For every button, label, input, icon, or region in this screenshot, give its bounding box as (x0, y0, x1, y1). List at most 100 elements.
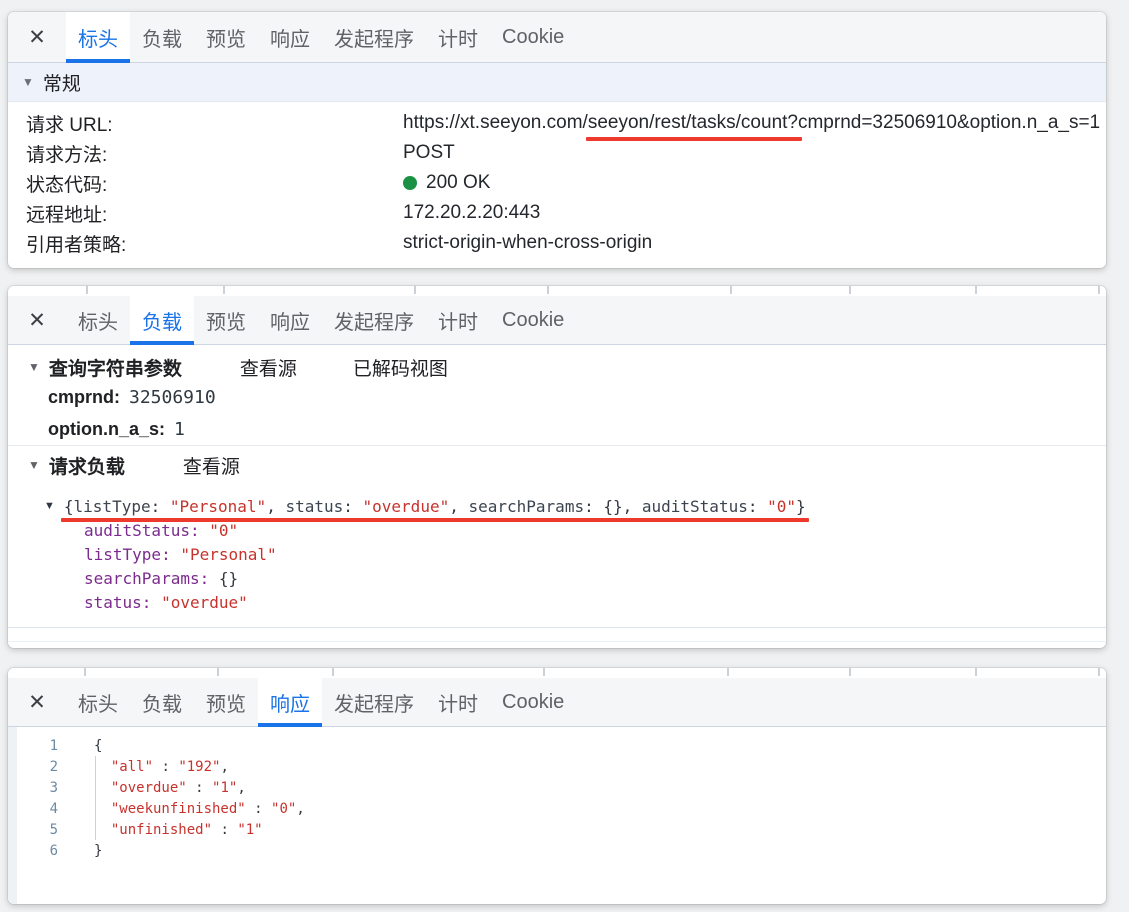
payload-item-value: "Personal" (180, 544, 277, 564)
tab-payload[interactable]: 负载 (130, 12, 194, 62)
tab-preview[interactable]: 预览 (194, 678, 258, 726)
column-divider (543, 668, 545, 676)
payload-section-title: 请求负载 (48, 456, 125, 478)
line-code: { (58, 738, 102, 754)
line-code: "all" : "192", (58, 759, 229, 775)
tab-preview-label: 预览 (206, 693, 246, 716)
tab-response-label: 响应 (270, 28, 310, 51)
tab-timing[interactable]: 计时 (426, 296, 490, 344)
tab-headers[interactable]: 标头 (66, 678, 130, 726)
token: {} (603, 496, 623, 516)
payload-object-row[interactable]: ▼ {listType: "Personal", status: "overdu… (8, 494, 1106, 522)
header-value-url: https://xt.seeyon.com/seeyon/rest/tasks/… (403, 112, 1100, 141)
token: "192" (178, 758, 221, 775)
tab-cookie[interactable]: Cookie (490, 296, 576, 344)
tab-payload-label: 负载 (142, 693, 182, 716)
section-divider (8, 445, 1106, 446)
token: "unfinished" (94, 821, 213, 838)
tab-headers-label: 标头 (78, 311, 118, 334)
token: : (343, 496, 363, 516)
tab-headers[interactable]: 标头 (66, 296, 130, 344)
tab-initiator[interactable]: 发起程序 (322, 12, 426, 62)
headers-rows: 请求 URL: https://xt.seeyon.com/seeyon/res… (8, 102, 1106, 258)
tab-timing-label: 计时 (438, 28, 478, 51)
payload-object-preview: {listType: "Personal", status: "overdue"… (60, 496, 809, 522)
column-divider (975, 668, 977, 676)
decoded-view-link[interactable]: 已解码视图 (353, 354, 448, 381)
token: { (94, 737, 103, 754)
section-request-payload[interactable]: ▼ 请求负载 查看源 (8, 450, 1106, 480)
tab-preview[interactable]: 预览 (194, 12, 258, 62)
tab-initiator-label: 发起程序 (334, 311, 414, 334)
tab-payload-label: 负载 (142, 28, 182, 51)
header-value: 172.20.2.20:443 (403, 202, 541, 223)
tab-response-label: 响应 (270, 693, 310, 716)
section-general[interactable]: ▼ 常规 (8, 63, 1106, 102)
code-line: 4 "weekunfinished" : "0", (8, 798, 1106, 819)
tab-payload-label: 负载 (142, 311, 182, 334)
indent-guide (95, 756, 96, 840)
column-divider (727, 668, 729, 676)
tab-payload[interactable]: 负载 (130, 296, 194, 345)
tab-initiator[interactable]: 发起程序 (322, 678, 426, 726)
line-number: 2 (49, 758, 58, 775)
column-divider (84, 668, 86, 676)
code-line: 6 } (8, 840, 1106, 861)
token: "1" (212, 779, 238, 796)
view-source-link[interactable]: 查看源 (240, 354, 297, 381)
tab-response[interactable]: 响应 (258, 678, 322, 727)
payload-item-key: listType: (84, 544, 171, 564)
tab-preview[interactable]: 预览 (194, 296, 258, 344)
url-underlined-segment: seeyon/rest/tasks/count? (585, 112, 803, 141)
tab-response[interactable]: 响应 (258, 296, 322, 344)
payload-item-row: auditStatus: "0" (8, 518, 1106, 542)
close-panel-button[interactable]: ✕ (24, 24, 50, 50)
tab-response[interactable]: 响应 (258, 12, 322, 62)
header-label: 请求 URL: (26, 114, 113, 136)
token: : (150, 496, 170, 516)
token: listType (73, 496, 151, 516)
close-icon: ✕ (28, 25, 46, 49)
token: "0" (767, 496, 797, 516)
tab-initiator-label: 发起程序 (334, 28, 414, 51)
close-panel-button[interactable]: ✕ (24, 307, 50, 333)
column-divider (86, 286, 88, 294)
status-ok-dot-icon (403, 176, 417, 190)
tab-bar: ✕ 标头 负载 预览 响应 发起程序 计时 Cookie (8, 296, 1106, 345)
view-source-link[interactable]: 查看源 (183, 452, 240, 479)
tab-cookie[interactable]: Cookie (490, 678, 576, 726)
token: "0" (271, 800, 297, 817)
close-panel-button[interactable]: ✕ (24, 689, 50, 715)
line-number: 6 (49, 842, 58, 859)
token: : (747, 496, 768, 516)
token: "Personal" (169, 496, 267, 516)
collapse-triangle-icon: ▼ (28, 360, 40, 374)
close-icon: ✕ (28, 308, 46, 332)
token: : (153, 758, 179, 775)
section-query-string-params[interactable]: ▼ 查询字符串参数 查看源 已解码视图 (8, 353, 1106, 381)
tab-headers[interactable]: 标头 (66, 12, 130, 63)
tab-cookie-label: Cookie (502, 308, 565, 331)
query-section-title: 查询字符串参数 (48, 358, 182, 380)
tab-headers-label: 标头 (78, 28, 118, 51)
query-param-value: 32506910 (129, 386, 216, 408)
token: status (285, 496, 344, 516)
tab-initiator[interactable]: 发起程序 (322, 296, 426, 344)
tab-timing[interactable]: 计时 (426, 12, 490, 62)
tab-timing[interactable]: 计时 (426, 678, 490, 726)
token: } (94, 842, 103, 859)
line-number: 1 (49, 737, 58, 754)
response-body-editor[interactable]: 1 { 2 "all" : "192", 3 "overdue" : "1", … (8, 727, 1106, 904)
token: searchParams (468, 496, 585, 516)
token: , (220, 758, 229, 775)
token: auditStatus (641, 496, 748, 516)
tab-timing-label: 计时 (438, 311, 478, 334)
line-number: 4 (49, 800, 58, 817)
tab-cookie[interactable]: Cookie (490, 12, 576, 62)
token: : (186, 779, 213, 796)
header-label: 远程地址: (26, 204, 108, 226)
tab-payload[interactable]: 负载 (130, 678, 194, 726)
column-divider (1098, 668, 1100, 676)
